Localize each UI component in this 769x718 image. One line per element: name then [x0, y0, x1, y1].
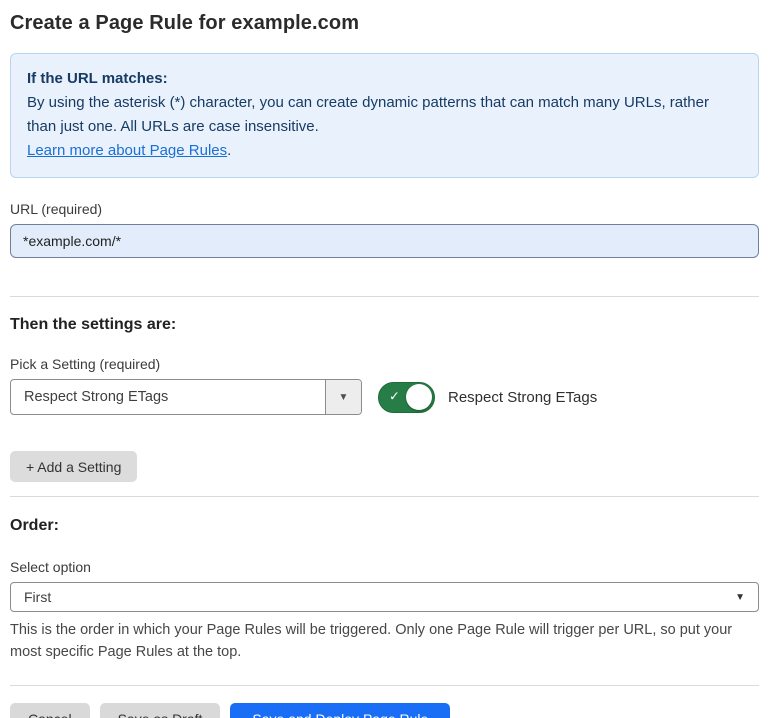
url-input[interactable]	[10, 224, 759, 258]
respect-strong-etags-toggle[interactable]: ✓	[378, 382, 435, 413]
info-box-link-line: Learn more about Page Rules.	[27, 139, 742, 163]
create-page-rule-form: Create a Page Rule for example.com If th…	[0, 0, 769, 718]
page-title: Create a Page Rule for example.com	[10, 12, 759, 35]
settings-heading: Then the settings are:	[10, 316, 759, 334]
link-suffix: .	[227, 142, 231, 159]
info-box-body: By using the asterisk (*) character, you…	[27, 91, 742, 139]
order-select-value: First	[24, 589, 51, 605]
url-match-info-box: If the URL matches: By using the asteris…	[10, 53, 759, 178]
order-help-text: This is the order in which your Page Rul…	[10, 619, 755, 663]
select-option-label: Select option	[10, 559, 759, 575]
info-box-heading: If the URL matches:	[27, 67, 742, 91]
setting-row: Respect Strong ETags ▼ ✓ Respect Strong …	[10, 379, 759, 415]
cancel-button[interactable]: Cancel	[10, 703, 90, 718]
toggle-knob	[406, 384, 432, 410]
chevron-down-icon: ▼	[339, 392, 349, 403]
setting-select-arrow-button[interactable]: ▼	[325, 380, 361, 414]
url-section: URL (required)	[10, 201, 759, 258]
pick-setting-label: Pick a Setting (required)	[10, 356, 759, 372]
learn-more-link[interactable]: Learn more about Page Rules	[27, 142, 227, 159]
divider	[10, 296, 759, 297]
order-select[interactable]: First ▼	[10, 582, 759, 612]
actions-row: Cancel Save as Draft Save and Deploy Pag…	[10, 703, 759, 718]
order-heading: Order:	[10, 517, 759, 535]
setting-select[interactable]: Respect Strong ETags ▼	[10, 379, 362, 415]
divider	[10, 496, 759, 497]
url-label: URL (required)	[10, 201, 759, 217]
save-as-draft-button[interactable]: Save as Draft	[100, 703, 221, 718]
chevron-down-icon: ▼	[735, 592, 745, 603]
check-icon: ✓	[389, 389, 400, 405]
toggle-label: Respect Strong ETags	[448, 389, 597, 406]
save-and-deploy-button[interactable]: Save and Deploy Page Rule	[230, 703, 450, 718]
add-setting-button[interactable]: + Add a Setting	[10, 451, 137, 482]
setting-select-value: Respect Strong ETags	[11, 380, 325, 414]
divider	[10, 685, 759, 686]
